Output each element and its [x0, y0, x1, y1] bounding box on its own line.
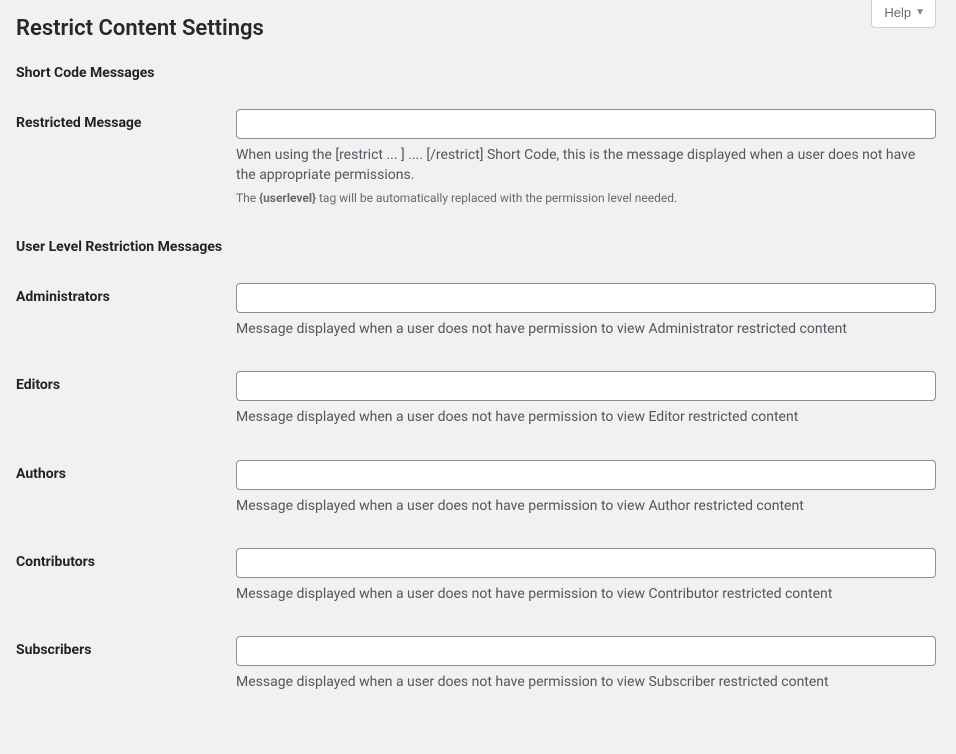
subscribers-input[interactable]	[236, 636, 936, 666]
subscribers-label: Subscribers	[16, 636, 236, 658]
restricted-message-input[interactable]	[236, 109, 936, 139]
restricted-message-label: Restricted Message	[16, 109, 236, 131]
authors-body: Message displayed when a user does not h…	[236, 460, 936, 516]
administrators-desc: Message displayed when a user does not h…	[236, 319, 936, 339]
administrators-body: Message displayed when a user does not h…	[236, 283, 936, 339]
subscribers-row: Subscribers Message displayed when a use…	[16, 636, 936, 692]
authors-desc: Message displayed when a user does not h…	[236, 496, 936, 516]
userlevel-section-heading: User Level Restriction Messages	[16, 239, 936, 255]
help-button-label: Help	[884, 5, 911, 21]
chevron-down-icon: ▼	[915, 7, 925, 19]
authors-label: Authors	[16, 460, 236, 482]
authors-input[interactable]	[236, 460, 936, 490]
editors-input[interactable]	[236, 371, 936, 401]
administrators-row: Administrators Message displayed when a …	[16, 283, 936, 339]
restricted-message-desc2: The {userlevel} tag will be automaticall…	[236, 190, 936, 207]
editors-row: Editors Message displayed when a user do…	[16, 371, 936, 427]
editors-desc: Message displayed when a user does not h…	[236, 407, 936, 427]
subscribers-desc: Message displayed when a user does not h…	[236, 672, 936, 692]
help-button[interactable]: Help ▼	[871, 0, 936, 28]
editors-body: Message displayed when a user does not h…	[236, 371, 936, 427]
contributors-desc: Message displayed when a user does not h…	[236, 584, 936, 604]
administrators-input[interactable]	[236, 283, 936, 313]
restricted-message-row: Restricted Message When using the [restr…	[16, 109, 936, 207]
editors-label: Editors	[16, 371, 236, 393]
restricted-message-body: When using the [restrict ... ] .... [/re…	[236, 109, 936, 207]
authors-row: Authors Message displayed when a user do…	[16, 460, 936, 516]
restricted-message-desc: When using the [restrict ... ] .... [/re…	[236, 145, 936, 186]
contributors-body: Message displayed when a user does not h…	[236, 548, 936, 604]
contributors-input[interactable]	[236, 548, 936, 578]
header-row: Restrict Content Settings Help ▼	[16, 10, 936, 41]
contributors-row: Contributors Message displayed when a us…	[16, 548, 936, 604]
shortcode-section-heading: Short Code Messages	[16, 65, 936, 81]
subscribers-body: Message displayed when a user does not h…	[236, 636, 936, 692]
contributors-label: Contributors	[16, 548, 236, 570]
page-title: Restrict Content Settings	[16, 10, 264, 41]
administrators-label: Administrators	[16, 283, 236, 305]
